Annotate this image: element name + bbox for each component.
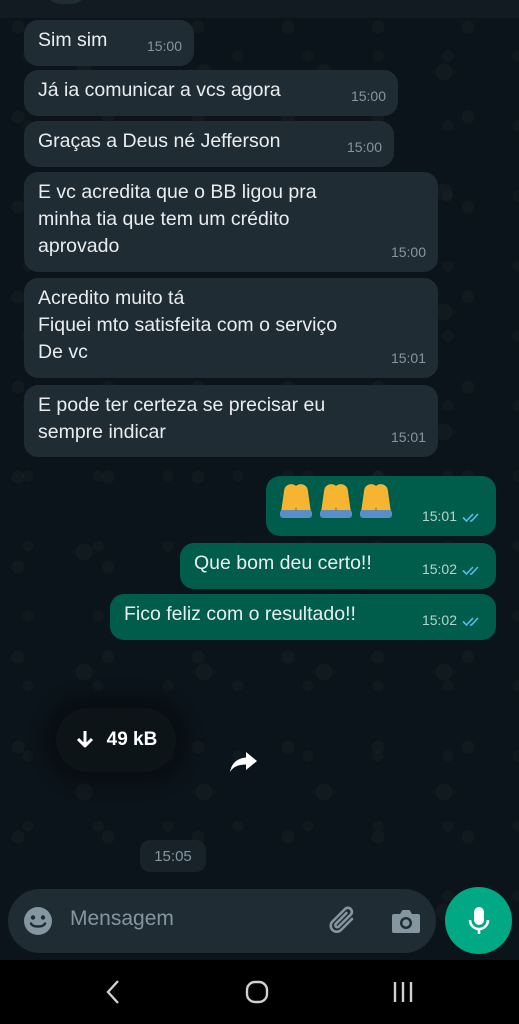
message-input[interactable]: Mensagem <box>70 907 174 931</box>
chat-background: Sim sim 15:00 Já ia comunicar a vcs agor… <box>0 0 519 960</box>
message-time: 15:01 <box>390 429 426 445</box>
download-attachment-button[interactable]: 49 kB <box>56 708 176 772</box>
download-arrow-icon <box>76 731 93 748</box>
read-ticks-icon <box>462 616 479 626</box>
home-circle-icon <box>245 980 269 1004</box>
message-text: E vc acredita que o BB ligou pra minha t… <box>38 181 317 257</box>
nav-back-button[interactable] <box>98 978 128 1006</box>
message-time: 15:02 <box>421 612 457 628</box>
message-time: 15:00 <box>350 88 386 104</box>
attach-icon[interactable] <box>326 903 360 939</box>
message-composer[interactable]: Mensagem <box>8 889 436 953</box>
message-outgoing[interactable]: Fico feliz com o resultado!! 15:02 <box>110 594 496 640</box>
message-incoming[interactable]: Acredito muito tá Fiquei mto satisfeita … <box>24 278 438 378</box>
message-time: 15:02 <box>421 561 457 577</box>
message-time: 15:01 <box>421 508 457 524</box>
message-incoming[interactable]: Graças a Deus né Jefferson 15:00 <box>24 121 394 167</box>
read-ticks-icon <box>462 512 479 522</box>
message-text: Graças a Deus né Jefferson <box>38 130 281 152</box>
message-status: 15:02 <box>422 556 484 583</box>
message-text: Acredito muito tá Fiquei mto satisfeita … <box>38 287 338 363</box>
chevron-left-icon <box>106 980 119 1004</box>
message-time: 15:01 <box>390 350 426 366</box>
message-status: 15:02 <box>422 607 484 634</box>
attachment-size: 49 kB <box>106 729 158 750</box>
message-time: 15:00 <box>146 38 182 54</box>
message-time: 15:00 <box>346 139 382 155</box>
message-text: E pode ter certeza se precisar eu sempre… <box>38 394 326 443</box>
message-outgoing[interactable]: Que bom deu certo!! 15:02 <box>180 543 496 589</box>
recents-icon <box>393 982 413 1002</box>
voice-message-button[interactable] <box>445 887 512 954</box>
message-text: Já ia comunicar a vcs agora <box>38 79 281 101</box>
forward-arrow-icon <box>230 752 257 772</box>
message-incoming[interactable]: E pode ter certeza se precisar eu sempre… <box>24 385 438 457</box>
message-incoming[interactable]: Já ia comunicar a vcs agora 15:00 <box>24 70 398 116</box>
folded-hands-emoji <box>320 482 352 518</box>
emoji-icon[interactable] <box>22 905 54 937</box>
message-incoming[interactable]: Sim sim 15:00 <box>24 20 194 66</box>
nav-recents-button[interactable] <box>388 978 418 1006</box>
system-navigation-bar <box>0 960 519 1024</box>
chat-header <box>0 0 519 18</box>
message-incoming[interactable]: E vc acredita que o BB ligou pra minha t… <box>24 172 438 272</box>
message-status: 15:01 <box>422 503 484 530</box>
message-outgoing[interactable]: 15:01 <box>266 476 496 536</box>
folded-hands-emoji <box>360 482 392 518</box>
folded-hands-emoji <box>280 482 312 518</box>
microphone-icon <box>468 906 489 934</box>
contact-avatar[interactable] <box>46 0 86 4</box>
message-time: 15:00 <box>390 244 426 260</box>
camera-icon[interactable] <box>390 906 422 936</box>
read-ticks-icon <box>462 565 479 575</box>
nav-home-button[interactable] <box>242 978 272 1006</box>
attachment-time: 15:05 <box>140 840 206 872</box>
forward-button[interactable] <box>226 744 262 780</box>
